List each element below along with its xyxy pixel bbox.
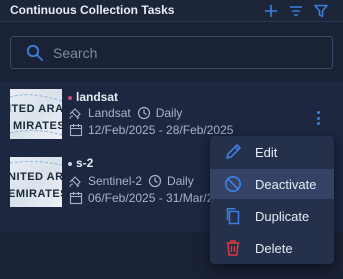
task-name: landsat xyxy=(76,90,119,104)
calendar-icon xyxy=(69,124,83,137)
task-satellite: Sentinel-2 xyxy=(88,174,143,188)
menu-item-duplicate[interactable]: Duplicate xyxy=(210,201,334,231)
add-button[interactable] xyxy=(262,2,280,20)
task-satellite: Landsat xyxy=(88,106,131,120)
panel-title: Continuous Collection Tasks xyxy=(10,3,175,17)
clock-icon xyxy=(148,174,162,188)
calendar-icon xyxy=(69,192,83,205)
thumbnail-label: MIRATES xyxy=(13,120,62,132)
menu-item-edit[interactable]: Edit xyxy=(210,137,334,167)
menu-item-deactivate[interactable]: Deactivate xyxy=(210,169,334,199)
search-box xyxy=(10,36,333,69)
ban-icon xyxy=(224,175,242,193)
menu-item-delete[interactable]: Delete xyxy=(210,233,334,263)
panel-header: Continuous Collection Tasks xyxy=(0,0,343,22)
menu-item-label: Deactivate xyxy=(255,177,317,192)
thumbnail-label: ITED ARA xyxy=(10,103,62,115)
task-frequency: Daily xyxy=(167,174,194,188)
task-name: s-2 xyxy=(76,156,94,170)
task-frequency: Daily xyxy=(155,106,183,120)
task-meta-row: Landsat Daily xyxy=(69,106,182,120)
clock-icon xyxy=(137,106,150,120)
task-thumbnail: NITED ARA EMIRATES xyxy=(10,157,62,207)
satellite-icon xyxy=(69,176,81,188)
search-icon xyxy=(26,44,44,62)
copy-icon xyxy=(226,208,240,225)
filter-button[interactable] xyxy=(312,2,330,20)
context-menu: Edit Deactivate Duplicate Delete xyxy=(210,136,334,264)
menu-item-label: Duplicate xyxy=(255,209,310,224)
sort-icon xyxy=(290,6,302,16)
menu-item-label: Edit xyxy=(255,145,278,160)
pencil-icon xyxy=(226,144,241,159)
satellite-icon xyxy=(69,108,81,120)
plus-icon xyxy=(265,5,277,17)
task-date-row: 06/Feb/2025 - 31/Mar/2025 xyxy=(69,191,233,205)
trash-icon xyxy=(226,240,240,256)
task-date-row: 12/Feb/2025 - 28/Feb/2025 xyxy=(69,123,233,137)
status-dot xyxy=(68,96,72,100)
thumbnail-label: EMIRATES xyxy=(10,188,62,200)
task-date-range: 12/Feb/2025 - 28/Feb/2025 xyxy=(88,123,234,137)
status-dot xyxy=(68,162,72,166)
menu-item-label: Delete xyxy=(255,241,293,256)
more-options-button[interactable] xyxy=(311,109,325,127)
sort-button[interactable] xyxy=(287,2,305,20)
task-meta-row: Sentinel-2 Daily xyxy=(69,174,194,188)
search-input[interactable] xyxy=(53,43,313,63)
task-thumbnail: ITED ARA MIRATES xyxy=(10,89,62,139)
filter-icon xyxy=(314,4,328,18)
thumbnail-label: NITED ARA xyxy=(10,171,62,183)
